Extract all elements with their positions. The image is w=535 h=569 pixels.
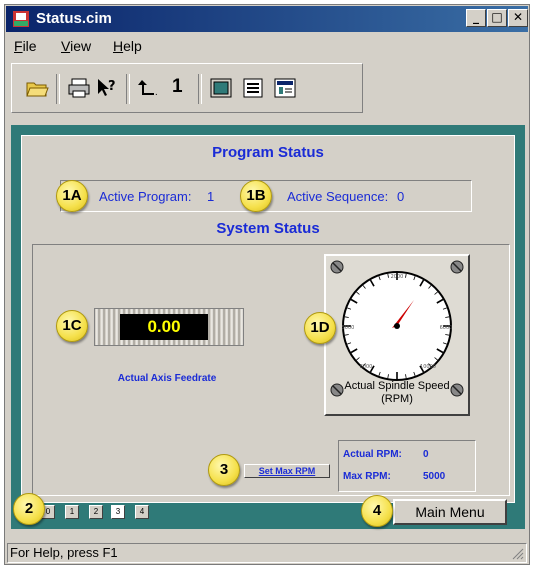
screen-view-icon[interactable] [208,76,234,100]
screw-icon [330,260,344,274]
spindle-gauge: 2000 5000 6000 8000 10000 Actual Spindle… [324,254,470,416]
callout-3: 3 [208,454,240,486]
open-folder-icon[interactable] [24,76,50,100]
actual-rpm-value: 0 [423,449,429,460]
toolbar: ? .. 1 [11,63,363,113]
callout-4: 4 [361,495,393,527]
page-button-1[interactable]: 1 [65,505,79,519]
program-status-title: Program Status [212,144,324,161]
gauge-tick-label: 6000 [440,325,453,331]
max-rpm-value: 5000 [423,471,446,482]
gauge-tick-label: 10000 [420,364,436,370]
set-max-rpm-button[interactable]: Set Max RPM [244,464,330,478]
active-sequence-value: 0 [397,189,405,204]
feedrate-display: 0.00 [120,314,208,340]
status-bar: For Help, press F1 [7,543,527,563]
callout-1c: 1C [56,310,88,342]
callout-1d: 1D [304,312,336,344]
toolbar-level: 1 [172,76,183,97]
status-panel: Program Status Active Program: 1 Active … [11,125,525,529]
toolbar-separator [56,74,60,104]
list-view-icon[interactable] [240,76,266,100]
title-bar[interactable]: Status.cim _ □ ✕ [6,6,528,32]
window-title: Status.cim [36,10,112,27]
gauge-label-line1: Actual Spindle Speed [344,380,450,392]
up-level-icon[interactable]: .. [136,76,162,100]
page-button-2[interactable]: 2 [89,505,103,519]
page-button-4[interactable]: 4 [135,505,149,519]
callout-1a: 1A [56,180,88,212]
status-bar-text: For Help, press F1 [10,545,118,560]
menu-bar: File View Help [6,33,528,59]
svg-text:..: .. [152,88,158,98]
page-button-3[interactable]: 3 [111,505,125,519]
maximize-button[interactable]: □ [487,9,507,27]
menu-file[interactable]: File [14,38,37,54]
menu-view[interactable]: View [61,38,91,54]
max-rpm-label: Max RPM: [343,471,391,482]
status-window: Status.cim _ □ ✕ File View Help ? .. 1 P… [4,4,530,565]
feedrate-label: Actual Axis Feedrate [117,373,217,384]
resize-grip-icon[interactable] [510,546,524,560]
gauge-tick-label: 2000 [391,274,404,280]
detail-view-icon[interactable] [272,76,298,100]
main-menu-button[interactable]: Main Menu [393,499,507,525]
active-program-value: 1 [207,189,215,204]
screw-icon [450,260,464,274]
active-sequence-label: Active Sequence: [287,189,389,204]
system-status-title: System Status [216,220,320,237]
toolbar-separator [198,74,202,104]
actual-rpm-label: Actual RPM: [343,449,402,460]
minimize-button[interactable]: _ [466,9,486,27]
callout-2: 2 [13,493,45,525]
toolbar-separator [126,74,130,104]
menu-help[interactable]: Help [113,38,142,54]
gauge-tick-label: 8000 [360,364,373,370]
close-button[interactable]: ✕ [508,9,528,27]
active-program-label: Active Program: [99,189,192,204]
callout-1b: 1B [240,180,272,212]
gauge-tick-label: 5000 [342,325,355,331]
app-icon [13,11,29,27]
status-panel-inner: Program Status Active Program: 1 Active … [21,135,515,503]
gauge-label-line2: (RPM) [381,393,413,405]
context-help-icon[interactable]: ? [94,76,120,100]
print-icon[interactable] [66,76,92,100]
rpm-readout-box: Actual RPM: 0 Max RPM: 5000 [338,440,476,492]
svg-text:?: ? [108,79,116,94]
